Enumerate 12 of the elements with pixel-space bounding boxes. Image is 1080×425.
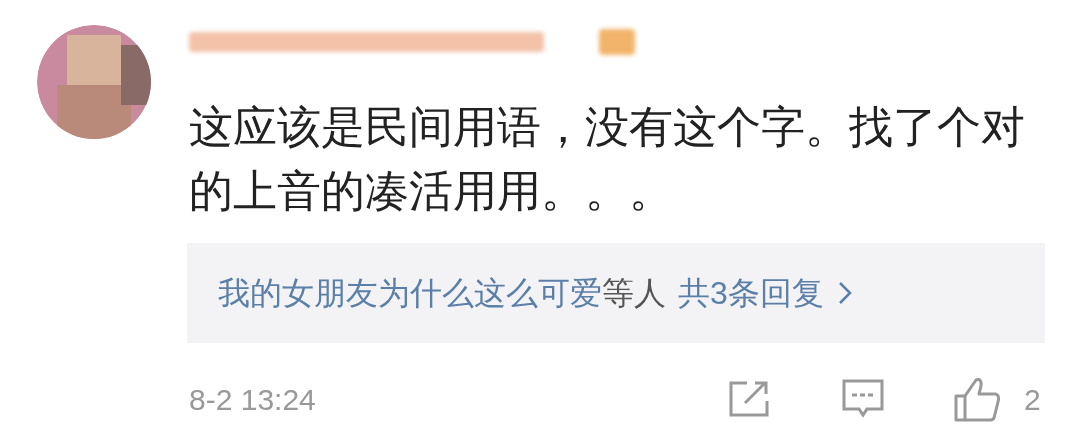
comment-text: 这应该是民间用语，没有这个字。找了个对的上音的凑活用用。。。 (189, 101, 1026, 217)
chevron-right-icon (837, 281, 852, 305)
reply-suffix: 等人 (602, 274, 666, 313)
reply-author-link[interactable]: 我的女朋友为什么这么可爱 (218, 269, 602, 317)
blurred-badge-icon (599, 29, 635, 55)
comment-icon[interactable] (842, 379, 884, 419)
share-icon[interactable] (729, 381, 769, 417)
avatar[interactable] (37, 25, 151, 139)
like-count: 2 (1024, 381, 1041, 418)
timestamp: 8-2 13:24 (189, 381, 317, 418)
thumbs-up-icon[interactable] (954, 376, 1002, 422)
reply-count-link[interactable]: 共3条回复 (678, 269, 824, 317)
